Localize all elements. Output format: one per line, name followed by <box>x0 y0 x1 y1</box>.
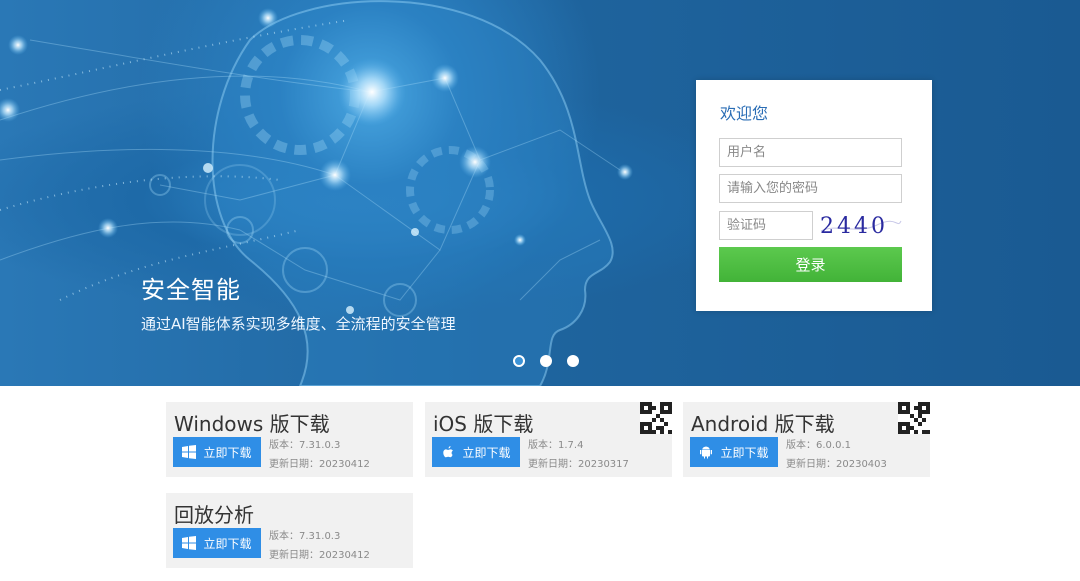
card-title: Windows 版下载 <box>174 412 330 436</box>
card-meta: 版本：7.31.0.3 更新日期：20230412 <box>269 436 370 474</box>
carousel-dot-1[interactable] <box>513 355 525 367</box>
update-date-text: 更新日期：20230412 <box>269 459 370 470</box>
windows-icon <box>182 445 197 459</box>
download-button-label: 立即下载 <box>203 536 252 551</box>
download-button-android[interactable]: 立即下载 <box>690 437 778 467</box>
update-date-text: 更新日期：20230317 <box>528 459 629 470</box>
windows-icon <box>182 536 197 550</box>
download-button-playback[interactable]: 立即下载 <box>173 528 261 558</box>
download-button-label: 立即下载 <box>462 445 511 460</box>
download-button-ios[interactable]: 立即下载 <box>432 437 520 467</box>
card-meta: 版本：6.0.0.1 更新日期：20230403 <box>786 436 887 474</box>
update-date-text: 更新日期：20230412 <box>269 550 370 561</box>
login-panel: 欢迎您 2440 登录 <box>696 80 932 311</box>
captcha-text: 2440 <box>820 214 888 239</box>
carousel-indicators <box>513 355 579 367</box>
download-card-ios: iOS 版下载 立即下载 版本：1.7.4 更新日期：20230317 <box>425 402 672 477</box>
banner-slogan: 安全智能 通过AI智能体系实现多维度、全流程的安全管理 <box>141 270 456 334</box>
download-card-playback: 回放分析 立即下载 版本：7.31.0.3 更新日期：20230412 <box>166 493 413 568</box>
download-button-label: 立即下载 <box>720 445 769 460</box>
captcha-input[interactable] <box>719 211 813 240</box>
login-title: 欢迎您 <box>720 104 769 123</box>
captcha-image[interactable]: 2440 <box>817 211 903 240</box>
version-text: 版本：7.31.0.3 <box>269 531 341 542</box>
download-card-android: Android 版下载 立即下载 版本：6.0.0.1 更新日期：2023040… <box>683 402 930 477</box>
card-title: Android 版下载 <box>691 412 835 436</box>
login-button[interactable]: 登录 <box>719 247 902 282</box>
android-icon <box>699 445 713 459</box>
apple-icon <box>441 445 455 459</box>
password-input[interactable] <box>719 174 902 203</box>
carousel-dot-3[interactable] <box>567 355 579 367</box>
version-text: 版本：6.0.0.1 <box>786 440 851 451</box>
card-meta: 版本：1.7.4 更新日期：20230317 <box>528 436 629 474</box>
carousel-dot-2[interactable] <box>540 355 552 367</box>
download-button-windows[interactable]: 立即下载 <box>173 437 261 467</box>
card-meta: 版本：7.31.0.3 更新日期：20230412 <box>269 527 370 565</box>
username-input[interactable] <box>719 138 902 167</box>
update-date-text: 更新日期：20230403 <box>786 459 887 470</box>
banner-title: 安全智能 <box>141 276 241 304</box>
card-title: 回放分析 <box>174 503 254 527</box>
hero-banner: 安全智能 通过AI智能体系实现多维度、全流程的安全管理 欢迎您 2440 登录 <box>0 0 1080 386</box>
banner-subtitle: 通过AI智能体系实现多维度、全流程的安全管理 <box>141 315 456 333</box>
download-card-windows: Windows 版下载 立即下载 版本：7.31.0.3 更新日期：202304… <box>166 402 413 477</box>
download-button-label: 立即下载 <box>203 445 252 460</box>
card-title: iOS 版下载 <box>433 412 534 436</box>
version-text: 版本：7.31.0.3 <box>269 440 341 451</box>
qr-code-ios[interactable] <box>640 402 672 434</box>
qr-code-android[interactable] <box>898 402 930 434</box>
version-text: 版本：1.7.4 <box>528 440 584 451</box>
